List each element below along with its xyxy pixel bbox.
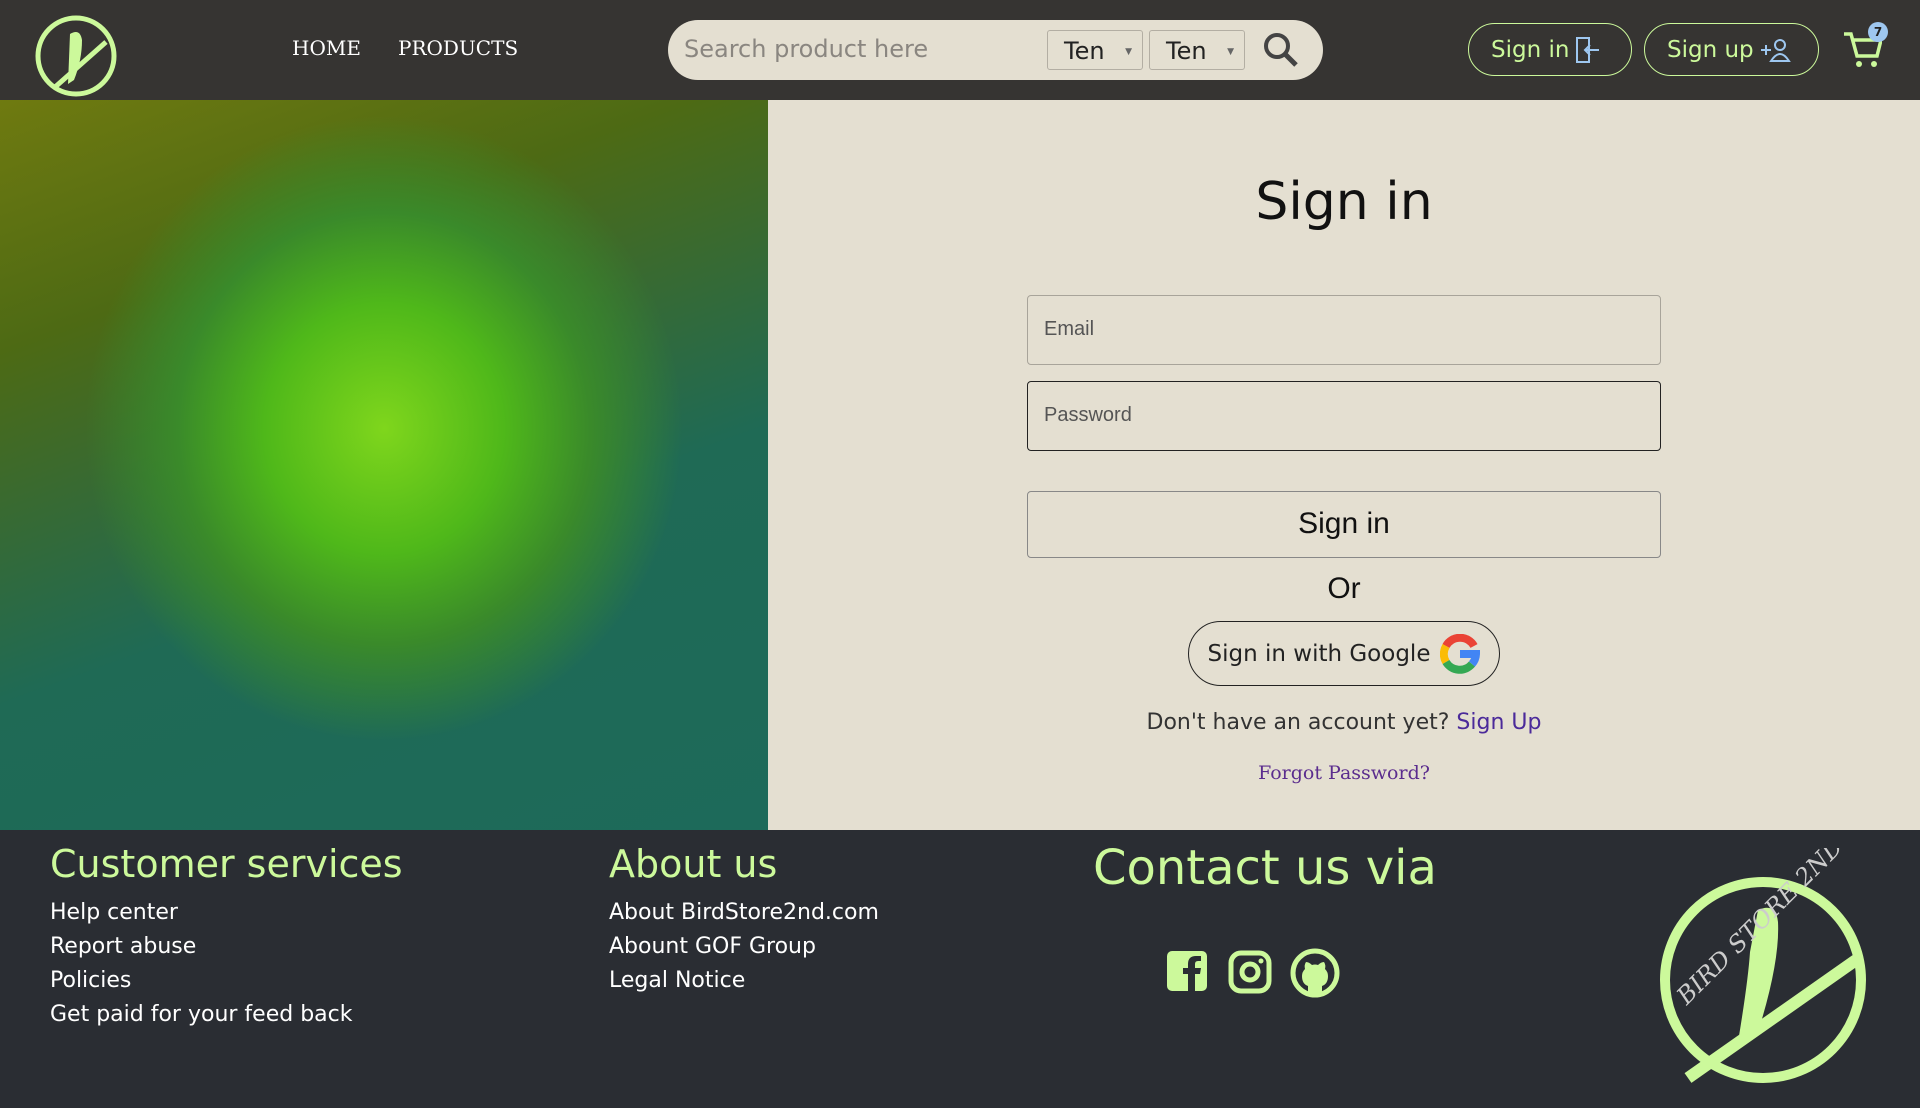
nav-home[interactable]: HOME — [292, 36, 361, 60]
password-input[interactable]: Password — [1027, 381, 1661, 451]
footer-link-about-store[interactable]: About BirdStore2nd.com — [609, 900, 879, 925]
or-separator: Or — [1327, 572, 1361, 605]
search-icon[interactable] — [1263, 32, 1299, 68]
google-icon — [1440, 633, 1481, 674]
google-signin-button[interactable]: Sign in with Google — [1188, 621, 1500, 686]
add-user-icon — [1760, 38, 1791, 62]
submit-signin-button[interactable]: Sign in — [1027, 491, 1661, 558]
signup-prompt: Don't have an account yet? Sign Up — [768, 710, 1920, 735]
select-2[interactable]: Ten ▼ — [1149, 30, 1245, 70]
footer-link-policies[interactable]: Policies — [50, 968, 131, 993]
nav-products[interactable]: PRODUCTS — [398, 36, 518, 60]
instagram-icon[interactable] — [1228, 950, 1272, 994]
select-2-value: Ten — [1166, 37, 1207, 65]
forgot-password-link[interactable]: Forgot Password? — [768, 762, 1920, 784]
select-1[interactable]: Ten ▼ — [1047, 30, 1143, 70]
github-icon[interactable] — [1290, 948, 1340, 998]
customer-services-heading: Customer services — [50, 842, 403, 886]
footer-link-report[interactable]: Report abuse — [50, 934, 196, 959]
footer-link-feedback[interactable]: Get paid for your feed back — [50, 1002, 352, 1027]
search-input[interactable]: Search product here — [684, 35, 928, 63]
about-heading: About us — [609, 842, 778, 886]
logo-icon[interactable] — [22, 4, 122, 98]
login-icon — [1576, 36, 1600, 63]
signin-button[interactable]: Sign in — [1468, 23, 1632, 76]
page-title: Sign in — [1255, 172, 1433, 232]
no-account-text: Don't have an account yet? — [1146, 710, 1450, 735]
search-bar: Search product here Ten ▼ Ten ▼ — [668, 20, 1323, 80]
google-signin-label: Sign in with Google — [1207, 640, 1431, 667]
signup-label: Sign up — [1667, 36, 1754, 63]
email-input[interactable]: Email — [1027, 295, 1661, 365]
footer-logo-icon: BIRD STORE 2ND — [1660, 848, 1866, 1083]
parrot-image — [0, 100, 768, 830]
header: HOME PRODUCTS Search product here Ten ▼ T… — [0, 0, 1920, 100]
facebook-icon[interactable] — [1166, 950, 1208, 992]
cart-badge: 7 — [1868, 22, 1888, 42]
footer-link-about-gof[interactable]: Abount GOF Group — [609, 934, 816, 959]
signup-link[interactable]: Sign Up — [1456, 710, 1541, 735]
signin-label: Sign in — [1491, 36, 1570, 63]
footer-link-help[interactable]: Help center — [50, 900, 178, 925]
select-1-value: Ten — [1064, 37, 1105, 65]
signup-button[interactable]: Sign up — [1644, 23, 1819, 76]
contact-heading: Contact us via — [1093, 840, 1437, 896]
footer-link-legal[interactable]: Legal Notice — [609, 968, 745, 993]
